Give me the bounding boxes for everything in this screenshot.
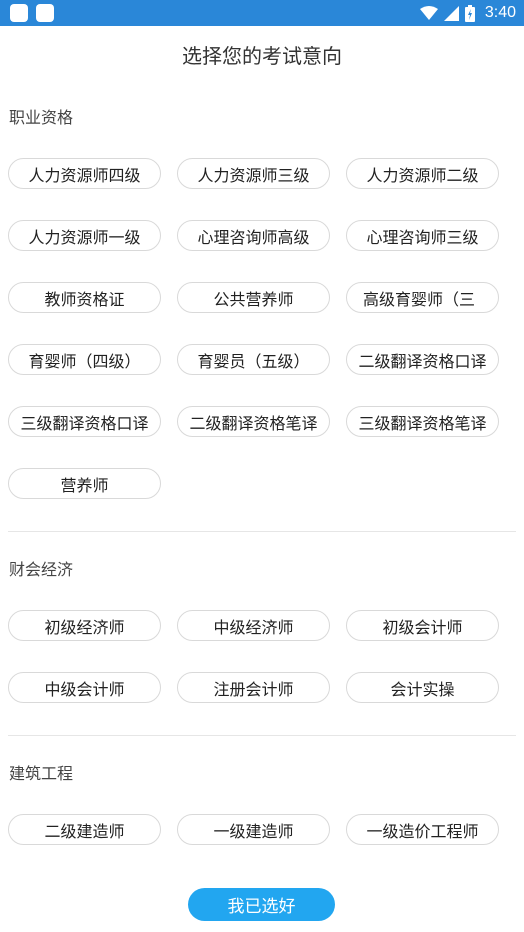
battery-icon — [464, 4, 475, 22]
exam-chip[interactable]: 人力资源师一级 — [8, 220, 161, 251]
exam-chip[interactable]: 高级育婴师（三 — [346, 282, 499, 313]
signal-icon — [443, 5, 459, 21]
exam-chip[interactable]: 心理咨询师高级 — [177, 220, 330, 251]
exam-chip[interactable]: 二级建造师 — [8, 814, 161, 845]
exam-chip[interactable]: 育婴员（五级） — [177, 344, 330, 375]
section-title-construction: 建筑工程 — [9, 764, 74, 783]
exam-chip[interactable]: 注册会计师 — [177, 672, 330, 703]
exam-chip[interactable]: 人力资源师二级 — [346, 158, 499, 189]
confirm-button[interactable]: 我已选好 — [188, 888, 335, 921]
exam-list: 职业资格 人力资源师四级 人力资源师三级 人力资源师二级 人力资源师一级 心理咨… — [0, 82, 524, 872]
section-title-professional: 职业资格 — [9, 108, 74, 127]
exam-chip[interactable]: 初级经济师 — [8, 610, 161, 641]
exam-chip[interactable]: 营养师 — [8, 468, 161, 499]
exam-chip[interactable]: 育婴师（四级） — [8, 344, 161, 375]
exam-chip[interactable]: 公共营养师 — [177, 282, 330, 313]
exam-chip[interactable]: 中级经济师 — [177, 610, 330, 641]
exam-chip[interactable]: 初级会计师 — [346, 610, 499, 641]
exam-chip[interactable]: 人力资源师四级 — [8, 158, 161, 189]
exam-chip[interactable]: 一级造价工程师 — [346, 814, 499, 845]
exam-chip[interactable]: 二级翻译资格口译 — [346, 344, 499, 375]
page-title: 选择您的考试意向 — [182, 43, 342, 68]
exam-chip[interactable]: 三级翻译资格笔译 — [346, 406, 499, 437]
exam-chip[interactable]: 三级翻译资格口译 — [8, 406, 161, 437]
exam-chip[interactable]: 人力资源师三级 — [177, 158, 330, 189]
exam-chip[interactable]: 中级会计师 — [8, 672, 161, 703]
section-title-finance: 财会经济 — [9, 560, 74, 579]
divider — [8, 531, 516, 532]
exam-chip[interactable]: 心理咨询师三级 — [346, 220, 499, 251]
exam-chip[interactable]: 会计实操 — [346, 672, 499, 703]
exam-chip[interactable]: 二级翻译资格笔译 — [177, 406, 330, 437]
exam-chip[interactable]: 一级建造师 — [177, 814, 330, 845]
status-bar: 3:40 — [0, 0, 524, 26]
status-time: 3:40 — [484, 4, 516, 21]
exam-chip[interactable]: 教师资格证 — [8, 282, 161, 313]
bottom-bar: 我已选好 — [0, 872, 524, 932]
wifi-icon — [419, 5, 438, 21]
notification-icon — [10, 4, 28, 22]
divider — [8, 735, 516, 736]
notification-icon — [36, 4, 54, 22]
